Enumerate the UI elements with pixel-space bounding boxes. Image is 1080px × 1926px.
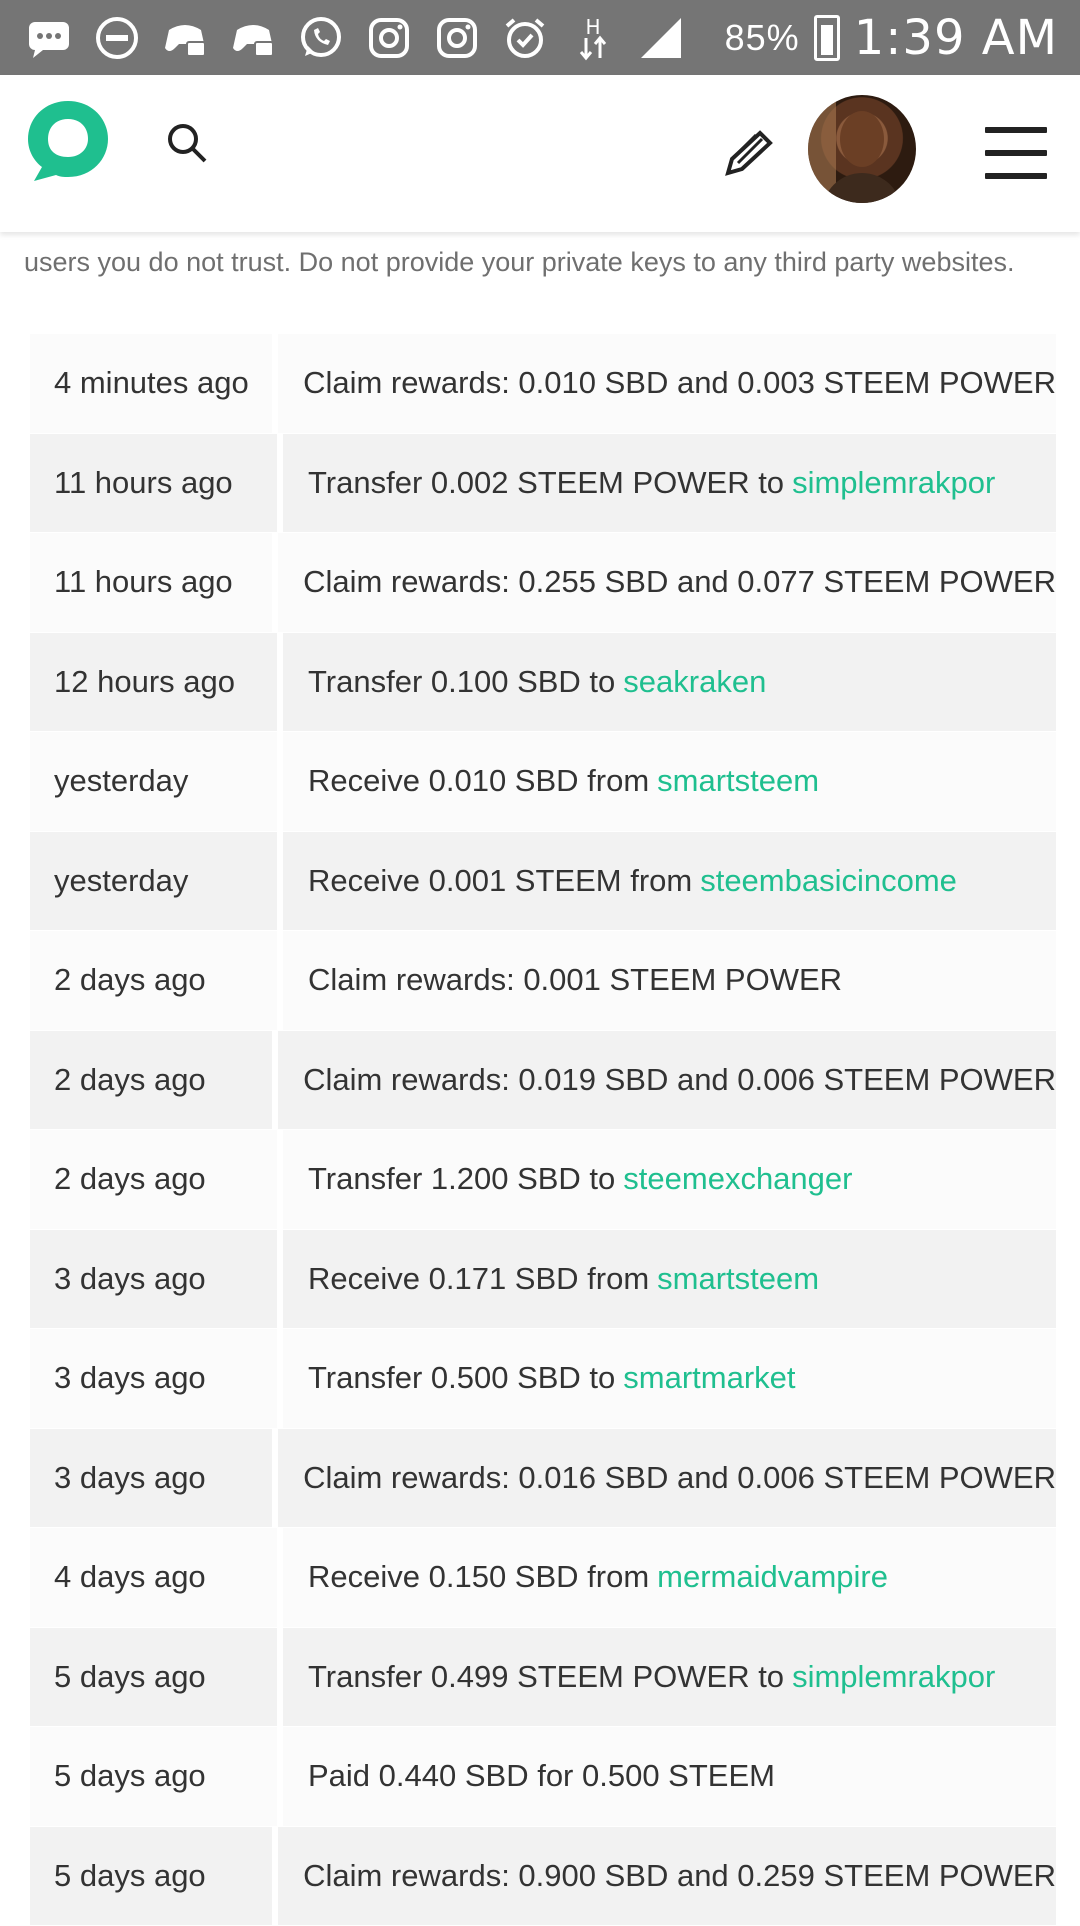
history-time: 2 days ago (30, 1031, 272, 1131)
history-text: Claim rewards: 0.255 SBD and 0.077 STEEM… (303, 564, 1056, 600)
history-row: yesterdayReceive 0.001 STEEM fromsteemba… (30, 832, 1056, 932)
history-description: Paid 0.440 SBD for 0.500 STEEM (283, 1727, 1056, 1827)
history-text: Transfer 0.500 SBD to (308, 1360, 615, 1396)
history-time: 3 days ago (30, 1230, 277, 1330)
history-row: 5 days ago Claim rewards: 0.900 SBD and 0… (30, 1827, 1056, 1926)
user-avatar[interactable] (808, 95, 916, 203)
history-row: 2 days agoTransfer 1.200 SBD tosteemexch… (30, 1130, 1056, 1230)
history-description: Transfer 0.499 STEEM POWER tosimplemrakp… (283, 1628, 1056, 1728)
history-time: yesterday (30, 832, 277, 932)
account-link[interactable]: simplemrakpor (792, 465, 995, 501)
history-description: Transfer 0.100 SBD toseakraken (283, 633, 1056, 733)
history-time: 11 hours ago (30, 434, 277, 534)
history-row: 2 days ago Claim rewards: 0.019 SBD and 0… (30, 1031, 1056, 1131)
history-description: Transfer 0.500 SBD tosmartmarket (283, 1329, 1056, 1429)
history-time: 5 days ago (30, 1827, 272, 1926)
history-time: 3 days ago (30, 1329, 277, 1429)
clock: 1:39 AM (854, 10, 1058, 66)
history-row: 5 days agoTransfer 0.499 STEEM POWER tos… (30, 1628, 1056, 1728)
game-controller-icon (158, 11, 212, 65)
history-text: Receive 0.150 SBD from (308, 1559, 649, 1595)
history-description: Claim rewards: 0.010 SBD and 0.003 STEEM… (278, 334, 1056, 434)
history-description: Claim rewards: 0.019 SBD and 0.006 STEEM… (278, 1031, 1056, 1131)
history-row: 11 hours ago Claim rewards: 0.255 SBD and… (30, 533, 1056, 633)
do-not-disturb-icon (90, 11, 144, 65)
signal-icon (634, 11, 688, 65)
history-text: Paid 0.440 SBD for 0.500 STEEM (308, 1758, 775, 1794)
history-description: Transfer 0.002 STEEM POWER tosimplemrakp… (283, 434, 1056, 534)
history-text: Claim rewards: 0.010 SBD and 0.003 STEEM… (303, 365, 1056, 401)
battery-icon (814, 15, 840, 61)
message-icon (22, 11, 76, 65)
history-time: 2 days ago (30, 931, 277, 1031)
history-description: Receive 0.001 STEEM fromsteembasicincome (283, 832, 1056, 932)
account-link[interactable]: mermaidvampire (657, 1559, 888, 1595)
history-row: 4 days agoReceive 0.150 SBD frommermaidv… (30, 1528, 1056, 1628)
game-controller-icon (226, 11, 280, 65)
history-text: Claim rewards: 0.019 SBD and 0.006 STEEM… (303, 1062, 1056, 1098)
history-row: yesterdayReceive 0.010 SBD fromsmartstee… (30, 732, 1056, 832)
history-time: 11 hours ago (30, 533, 272, 633)
app-header (0, 75, 1080, 232)
svg-text:H: H (585, 15, 600, 39)
history-text: Claim rewards: 0.900 SBD and 0.259 STEEM… (303, 1858, 1056, 1894)
security-notice: users you do not trust. Do not provide y… (24, 240, 1044, 285)
history-description: Receive 0.150 SBD frommermaidvampire (283, 1528, 1056, 1628)
history-text: Claim rewards: 0.016 SBD and 0.006 STEEM… (303, 1460, 1056, 1496)
search-icon[interactable] (165, 121, 209, 165)
instagram-icon (430, 11, 484, 65)
pencil-icon[interactable] (722, 127, 774, 179)
history-time: 3 days ago (30, 1429, 272, 1529)
history-time: 2 days ago (30, 1130, 277, 1230)
history-time: 12 hours ago (30, 633, 277, 733)
history-row: 12 hours agoTransfer 0.100 SBD toseakrak… (30, 633, 1056, 733)
account-link[interactable]: simplemrakpor (792, 1659, 995, 1695)
history-description: Receive 0.010 SBD fromsmartsteem (283, 732, 1056, 832)
alarm-icon (498, 11, 552, 65)
history-row: 4 minutes ago Claim rewards: 0.010 SBD an… (30, 334, 1056, 434)
history-time: 4 minutes ago (30, 334, 272, 434)
history-description: Transfer 1.200 SBD tosteemexchanger (283, 1130, 1056, 1230)
account-link[interactable]: smartsteem (657, 763, 819, 799)
history-row: 2 days ago Claim rewards: 0.001 STEEM POW… (30, 931, 1056, 1031)
history-text: Transfer 0.100 SBD to (308, 664, 615, 700)
history-description: Claim rewards: 0.016 SBD and 0.006 STEEM… (278, 1429, 1056, 1529)
data-arrows-icon: H (566, 11, 620, 65)
history-description: Claim rewards: 0.900 SBD and 0.259 STEEM… (278, 1827, 1056, 1926)
history-description: Claim rewards: 0.001 STEEM POWER (283, 931, 1056, 1031)
account-link[interactable]: smartmarket (623, 1360, 795, 1396)
history-row: 3 days ago Claim rewards: 0.016 SBD and 0… (30, 1429, 1056, 1529)
steemit-logo[interactable] (22, 95, 114, 187)
whatsapp-icon (294, 11, 348, 65)
history-description: Claim rewards: 0.255 SBD and 0.077 STEEM… (278, 533, 1056, 633)
hamburger-menu-icon[interactable] (985, 127, 1047, 179)
history-time: yesterday (30, 732, 277, 832)
battery-percentage: 85% (725, 17, 800, 59)
history-description: Receive 0.171 SBD fromsmartsteem (283, 1230, 1056, 1330)
history-time: 4 days ago (30, 1528, 277, 1628)
transaction-history: 4 minutes ago Claim rewards: 0.010 SBD an… (30, 334, 1056, 1926)
account-link[interactable]: steembasicincome (700, 863, 957, 899)
account-link[interactable]: steemexchanger (623, 1161, 852, 1197)
history-text: Transfer 0.002 STEEM POWER to (308, 465, 784, 501)
history-time: 5 days ago (30, 1628, 277, 1728)
history-text: Receive 0.171 SBD from (308, 1261, 649, 1297)
history-row: 3 days agoReceive 0.171 SBD fromsmartste… (30, 1230, 1056, 1330)
history-row: 3 days agoTransfer 0.500 SBD tosmartmark… (30, 1329, 1056, 1429)
history-text: Claim rewards: 0.001 STEEM POWER (308, 962, 842, 998)
history-text: Receive 0.010 SBD from (308, 763, 649, 799)
history-text: Transfer 1.200 SBD to (308, 1161, 615, 1197)
status-bar: H 85% 1:39 AM (0, 0, 1080, 75)
instagram-icon (362, 11, 416, 65)
history-text: Transfer 0.499 STEEM POWER to (308, 1659, 784, 1695)
history-row: 5 days ago Paid 0.440 SBD for 0.500 STEEM (30, 1727, 1056, 1827)
account-link[interactable]: seakraken (623, 664, 766, 700)
history-time: 5 days ago (30, 1727, 277, 1827)
history-row: 11 hours agoTransfer 0.002 STEEM POWER t… (30, 434, 1056, 534)
account-link[interactable]: smartsteem (657, 1261, 819, 1297)
history-text: Receive 0.001 STEEM from (308, 863, 692, 899)
